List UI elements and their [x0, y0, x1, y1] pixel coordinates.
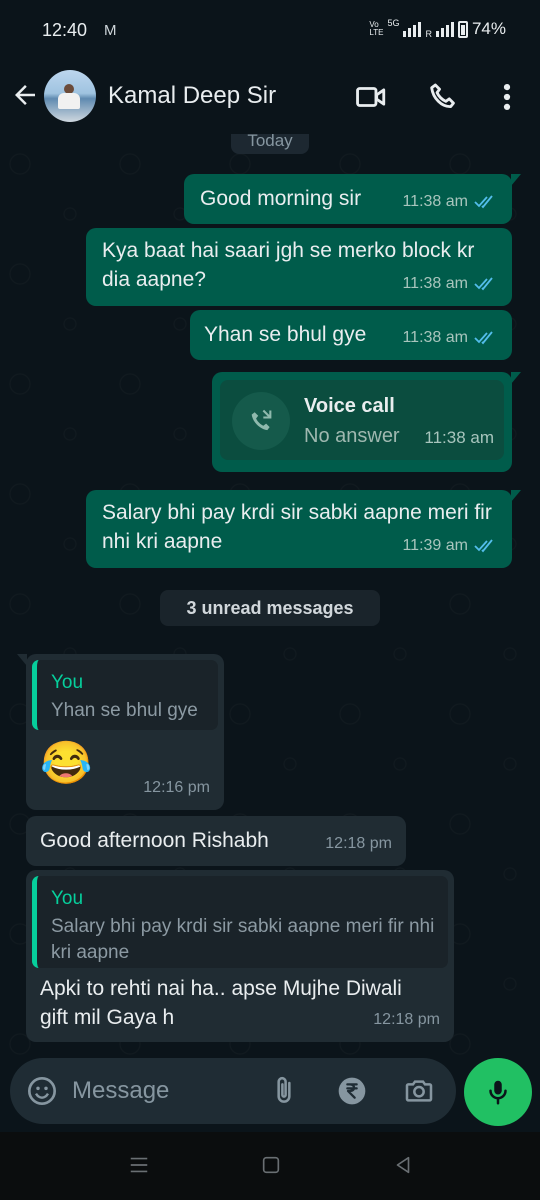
home-icon[interactable] — [260, 1154, 282, 1176]
message-meta: 11:39 am — [402, 531, 498, 560]
quoted-message[interactable]: You Yhan se bhul gye — [32, 660, 218, 730]
back-nav-icon[interactable] — [392, 1154, 414, 1176]
emoji-laughing: 😂 — [40, 739, 93, 786]
call-card: Voice call No answer 11:38 am — [220, 380, 504, 460]
call-status: No answer — [304, 425, 400, 447]
signal-icon-2 — [435, 21, 454, 37]
unread-divider: 3 unread messages — [160, 590, 380, 626]
roaming-mark: R — [425, 29, 432, 39]
quote-text: Salary bhi pay krdi sir sabki aapne meri… — [51, 916, 435, 963]
network-type: 5G — [387, 18, 400, 28]
date-chip: Today — [231, 134, 309, 154]
avatar[interactable] — [44, 70, 96, 122]
incoming-message[interactable]: You Salary bhi pay krdi sir sabki aapne … — [26, 870, 454, 1042]
message-time: 12:18 pm — [325, 835, 392, 852]
message-time: 12:18 pm — [373, 1011, 440, 1028]
emoji-icon[interactable] — [26, 1075, 58, 1107]
incoming-message[interactable]: Good afternoon Rishabh 12:18 pm — [26, 816, 406, 866]
message-time: 11:38 am — [402, 193, 468, 210]
message-time: 12:16 pm — [143, 779, 210, 796]
back-arrow-icon[interactable] — [10, 80, 40, 110]
call-title: Voice call — [304, 395, 395, 417]
battery-icon — [457, 20, 468, 38]
voice-record-button[interactable] — [464, 1058, 532, 1126]
quote-author: You — [51, 672, 84, 693]
message-time: 11:38 am — [402, 275, 468, 292]
contact-name[interactable]: Kamal Deep Sir — [108, 82, 276, 110]
volte-icon: Vo LTE — [369, 20, 384, 37]
read-ticks-icon — [474, 276, 493, 290]
read-ticks-icon — [474, 538, 493, 552]
message-text: Yhan se bhul gye — [204, 323, 367, 346]
outgoing-message[interactable]: Good morning sir 11:38 am — [184, 174, 521, 224]
camera-icon[interactable] — [402, 1075, 436, 1107]
message-meta: 11:38 am — [402, 187, 498, 216]
system-nav-bar — [0, 1132, 540, 1200]
chat-header: Kamal Deep Sir — [0, 62, 540, 134]
message-meta: 11:38 am — [402, 269, 498, 298]
message-time: 11:38 am — [402, 329, 468, 346]
outgoing-message[interactable]: Kya baat hai saari jgh se merko block kr… — [86, 228, 512, 306]
gmail-icon: M — [104, 22, 117, 39]
mic-icon — [489, 1080, 507, 1105]
status-indicators: Vo LTE 5G R 74% — [369, 18, 506, 40]
missed-call-icon — [232, 392, 290, 450]
quoted-message[interactable]: You Salary bhi pay krdi sir sabki aapne … — [32, 876, 448, 968]
message-meta: 11:38 am — [402, 323, 498, 352]
quote-author: You — [51, 888, 84, 909]
voice-call-icon[interactable] — [426, 80, 460, 114]
read-ticks-icon — [474, 194, 493, 208]
battery-percent: 74% — [471, 19, 506, 38]
signal-icon — [403, 21, 422, 37]
more-options-icon[interactable] — [490, 80, 524, 114]
video-call-icon[interactable] — [354, 80, 388, 114]
message-time: 11:39 am — [402, 537, 468, 554]
attach-icon[interactable] — [268, 1075, 300, 1107]
status-time: 12:40 — [42, 20, 88, 40]
quote-text: Yhan se bhul gye — [51, 700, 198, 721]
chat-area[interactable]: Today Good morning sir 11:38 am Kya baat… — [0, 134, 540, 1056]
message-input-bar: Message — [10, 1058, 456, 1124]
message-text: Good morning sir — [200, 187, 362, 210]
outgoing-message[interactable]: Yhan se bhul gye 11:38 am — [190, 310, 512, 360]
incoming-message[interactable]: You Yhan se bhul gye 😂 12:16 pm — [17, 654, 224, 810]
voice-call-message[interactable]: Voice call No answer 11:38 am — [212, 372, 521, 472]
recent-apps-icon[interactable] — [128, 1154, 150, 1176]
outgoing-message[interactable]: Salary bhi pay krdi sir sabki aapne meri… — [86, 490, 521, 568]
message-time: 11:38 am — [424, 428, 494, 447]
status-bar: 12:40 M Vo LTE 5G R 74% — [0, 0, 540, 62]
message-input[interactable]: Message — [72, 1077, 169, 1105]
message-text: Apki to rehti nai ha.. apse Mujhe Diwali… — [40, 977, 402, 1029]
read-ticks-icon — [474, 330, 493, 344]
message-text: Good afternoon Rishabh — [40, 829, 269, 852]
payment-rupee-icon[interactable] — [336, 1075, 368, 1107]
